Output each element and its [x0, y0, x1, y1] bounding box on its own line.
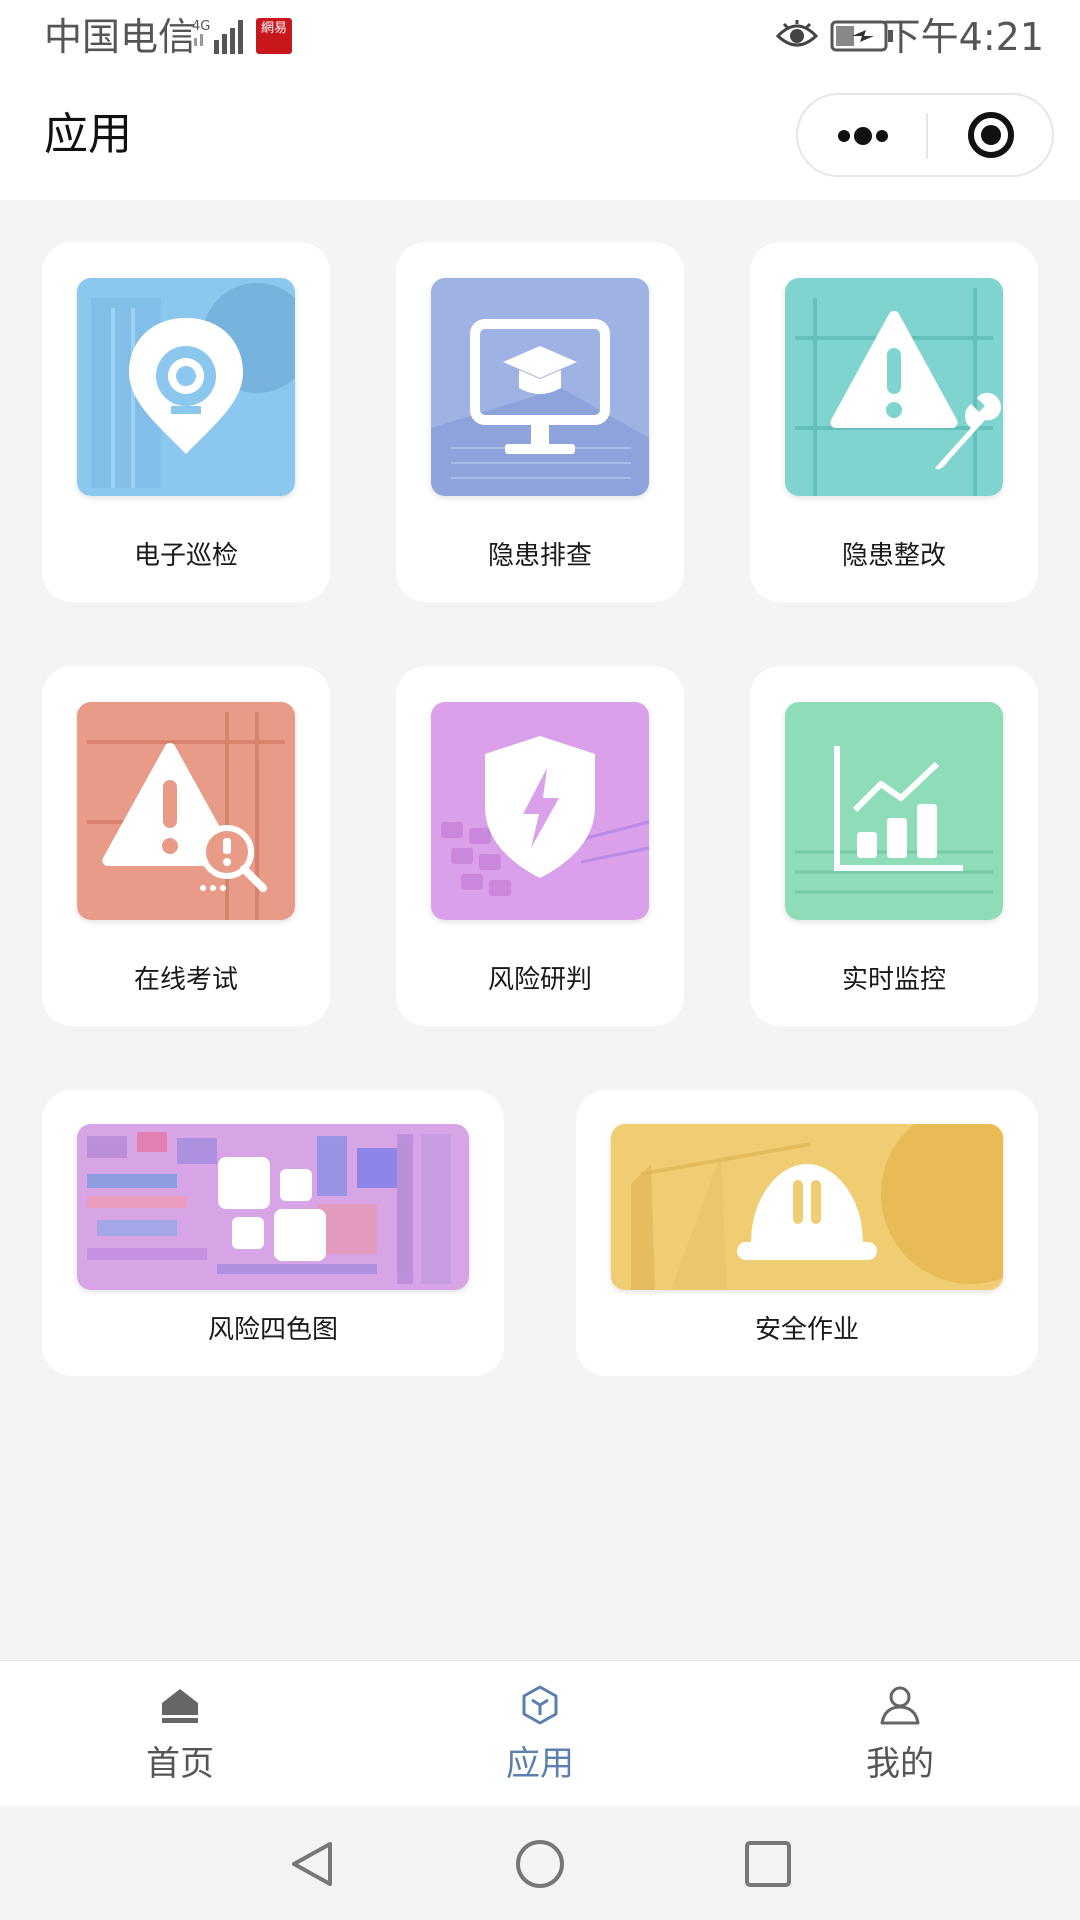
mini-program-capsule: [796, 93, 1054, 177]
signal-4g-icon: 4G: [192, 19, 243, 54]
tab-label: 我的: [866, 1744, 934, 1784]
bar-line-chart-icon: [785, 702, 1003, 920]
user-icon: [880, 1686, 920, 1725]
back-triangle-icon[interactable]: [286, 1838, 338, 1890]
app-card-realtime-monitor[interactable]: 实时监控: [750, 666, 1038, 1026]
close-mini-program-button[interactable]: [928, 95, 1054, 175]
svg-text:4G: 4G: [192, 19, 210, 34]
app-label: 隐患整改: [841, 541, 946, 571]
home-circle-icon[interactable]: [514, 1838, 566, 1890]
warning-search-icon: [77, 702, 295, 920]
cube-icon: [522, 1685, 558, 1725]
app-card-risk-map[interactable]: 风险四色图: [42, 1090, 504, 1376]
system-nav-bar: [0, 1806, 1080, 1920]
nav-bar: 应用: [0, 74, 1080, 200]
status-clock: 下午4:21: [882, 15, 1044, 59]
tab-home[interactable]: 首页: [0, 1661, 360, 1807]
eye-icon: [776, 20, 818, 47]
more-options-button[interactable]: [798, 95, 926, 175]
app-card-inspection[interactable]: 电子巡检: [42, 242, 330, 602]
status-bar: 中国电信 4G 網易 下午4:21: [0, 0, 1080, 74]
page-title: 应用: [44, 109, 132, 160]
carrier-name: 中国电信: [44, 15, 197, 59]
safety-helmet-icon: [611, 1124, 1003, 1290]
recent-apps-square-icon[interactable]: [742, 1838, 794, 1890]
location-camera-icon: [77, 278, 295, 496]
app-label: 隐患排查: [487, 541, 592, 571]
app-label: 在线考试: [133, 965, 238, 995]
app-label: 风险四色图: [207, 1315, 338, 1345]
app-card-hazard-check[interactable]: 隐患排查: [396, 242, 684, 602]
app-label: 电子巡检: [133, 541, 238, 571]
tab-apps[interactable]: 应用: [360, 1661, 720, 1807]
bottom-tab-bar: 首页 应用 我的: [0, 1660, 1080, 1806]
shield-bolt-icon: [431, 702, 649, 920]
app-card-online-exam[interactable]: 在线考试: [42, 666, 330, 1026]
tab-profile[interactable]: 我的: [720, 1661, 1080, 1807]
app-card-safe-operation[interactable]: 安全作业: [576, 1090, 1038, 1376]
monitor-graduation-icon: [431, 278, 649, 496]
app-card-hazard-fix[interactable]: 隐患整改: [750, 242, 1038, 602]
map-grid-icon: [77, 1124, 469, 1290]
app-label: 实时监控: [841, 965, 946, 995]
tab-label: 首页: [146, 1744, 214, 1784]
app-screen: 中国电信 4G 網易 下午4:21 应用 电子巡检 隐患排查 隐患整改 在线考试…: [0, 0, 1080, 1920]
netease-badge-icon: 網易: [256, 18, 292, 54]
home-icon: [162, 1689, 198, 1723]
tab-label: 应用: [506, 1744, 574, 1784]
app-card-risk-assessment[interactable]: 风险研判: [396, 666, 684, 1026]
app-label: 风险研判: [487, 965, 592, 995]
app-label: 安全作业: [754, 1315, 859, 1345]
warning-wrench-icon: [785, 278, 1003, 496]
